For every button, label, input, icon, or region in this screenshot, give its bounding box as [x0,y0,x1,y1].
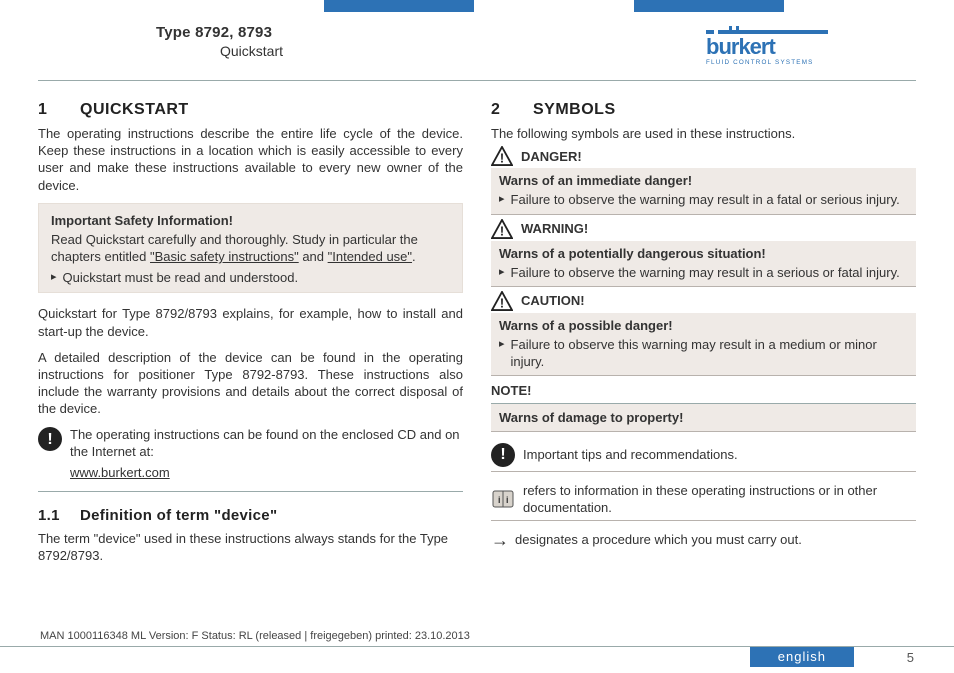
reference-row: i i refers to information in these opera… [491,482,916,516]
svg-text:!: ! [500,151,504,166]
page-number: 5 [907,650,914,665]
warning-body: Warns of a potentially dangerous situati… [491,241,916,287]
svg-text:burkert: burkert [706,34,776,59]
info-exclamation-icon: ! [38,427,62,451]
warning-head: ! WARNING! [491,219,916,239]
triangle-bullet-icon: ▸ [51,269,57,286]
top-bar-left [324,0,474,12]
section-1-1-heading: 1.1Definition of term "device" [38,506,463,526]
danger-body: Warns of an immediate danger! ▸Failure t… [491,168,916,214]
link-intended-use[interactable]: "Intended use" [328,249,412,264]
svg-text:i: i [506,495,509,505]
quickstart-intro: The operating instructions describe the … [38,125,463,194]
definition-text: The term "device" used in these instruct… [38,530,463,564]
warning-triangle-icon: ! [491,219,513,239]
tips-row: ! Important tips and recommendations. [491,442,916,467]
svg-text:i: i [498,495,501,505]
footer-meta: MAN 1000116348 ML Version: F Status: RL … [40,630,954,642]
arrow-right-icon: → [491,533,509,547]
top-bar-right [634,0,784,12]
symbols-intro: The following symbols are used in these … [491,125,916,142]
caution-body: Warns of a possible danger! ▸Failure to … [491,313,916,376]
cd-info-text: The operating instructions can be found … [70,426,463,460]
safety-text: Read Quickstart carefully and thoroughly… [51,231,452,265]
brand-logo: burkert FLUID CONTROL SYSTEMS [706,26,856,66]
svg-text:!: ! [500,295,504,310]
link-basic-safety[interactable]: "Basic safety instructions" [150,249,299,264]
header-type: Type 8792, 8793 [156,24,283,41]
triangle-bullet-icon: ▸ [499,264,505,281]
brand-tagline: FLUID CONTROL SYSTEMS [706,59,814,66]
warning-triangle-icon: ! [491,146,513,166]
svg-text:!: ! [500,223,504,238]
quickstart-p3: A detailed description of the device can… [38,349,463,418]
section-2-heading: 2SYMBOLS [491,99,916,120]
header-subtitle: Quickstart [220,43,283,59]
right-column: 2SYMBOLS The following symbols are used … [491,99,916,573]
danger-head: ! DANGER! [491,146,916,166]
link-burkert-com[interactable]: www.burkert.com [70,464,463,481]
procedure-arrow-row: → designates a procedure which you must … [491,531,916,548]
safety-bullet: ▸ Quickstart must be read and understood… [51,269,452,286]
top-color-bars [0,0,954,12]
section-1-heading: 1QUICKSTART [38,99,463,120]
language-badge: english [750,647,854,667]
triangle-bullet-icon: ▸ [499,191,505,208]
warning-triangle-icon: ! [491,291,513,311]
page-header: Type 8792, 8793 Quickstart burkert FLUID… [38,0,916,81]
left-column: 1QUICKSTART The operating instructions d… [38,99,463,573]
caution-head: ! CAUTION! [491,291,916,311]
safety-title: Important Safety Information! [51,212,452,229]
quickstart-p2: Quickstart for Type 8792/8793 explains, … [38,305,463,339]
safety-info-box: Important Safety Information! Read Quick… [38,203,463,294]
manual-book-icon: i i [491,487,515,511]
note-body: Warns of damage to property! [491,404,916,432]
cd-info-row: ! The operating instructions can be foun… [38,426,463,480]
note-label: NOTE! [491,382,916,403]
triangle-bullet-icon: ▸ [499,336,505,370]
info-exclamation-icon: ! [491,443,515,467]
page-footer: MAN 1000116348 ML Version: F Status: RL … [0,630,954,673]
